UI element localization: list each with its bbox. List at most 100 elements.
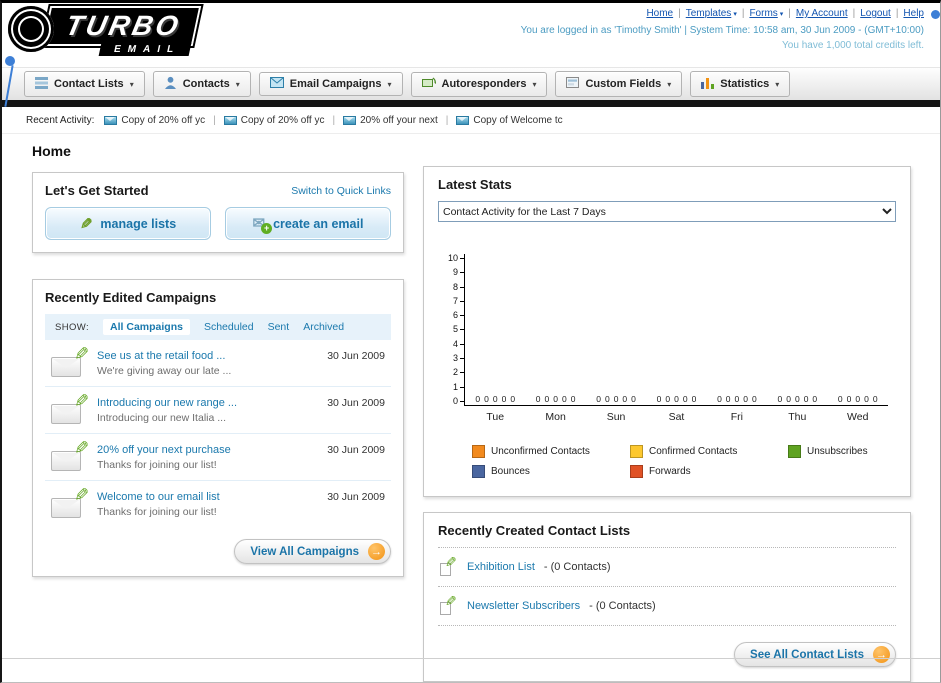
value-label: 0 <box>622 394 628 404</box>
chart-plot-area: 00000000000000000000000000000000000 <box>464 254 888 406</box>
nav-tab-custom-fields[interactable]: Custom Fields ▾ <box>555 71 683 97</box>
top-link-help[interactable]: Help <box>903 8 924 19</box>
switch-quick-links-link[interactable]: Switch to Quick Links <box>291 185 391 197</box>
recent-contact-lists-panel: Recently Created Contact Lists ✎ Exhibiti… <box>423 512 911 682</box>
nav-divider-bar <box>2 100 940 107</box>
login-status-text: You are logged in as 'Timothy Smith' | S… <box>520 25 924 36</box>
nav-tab-contacts[interactable]: Contacts ▾ <box>152 71 251 97</box>
value-label: 0 <box>837 394 843 404</box>
value-label: 0 <box>492 394 498 404</box>
nav-tab-label: Contacts <box>182 78 230 90</box>
value-label-group: 00000 <box>586 394 646 404</box>
nav-tab-contact-lists[interactable]: Contact Lists ▾ <box>24 71 145 97</box>
chevron-down-icon: ▾ <box>387 79 392 89</box>
legend-label: Unconfirmed Contacts <box>491 446 590 457</box>
create-email-button[interactable]: ✉ + create an email <box>225 207 391 240</box>
value-label: 0 <box>535 394 541 404</box>
legend-swatch <box>472 445 485 458</box>
link-separator: | <box>788 8 791 19</box>
recent-activity-item[interactable]: Copy of 20% off yc <box>104 115 205 126</box>
nav-tab-autoresponders[interactable]: Autoresponders ▾ <box>410 71 548 97</box>
credits-text: You have 1,000 total credits left. <box>782 39 924 51</box>
campaign-title-link[interactable]: See us at the retail food ... <box>97 350 319 362</box>
value-label: 0 <box>501 394 507 404</box>
link-separator: | <box>678 8 681 19</box>
y-axis-label: 2 <box>438 368 464 377</box>
campaign-tab-sent[interactable]: Sent <box>268 321 290 333</box>
arrow-right-icon: → <box>873 646 890 663</box>
legend-item-unsubscribes: Unsubscribes <box>788 445 918 458</box>
legend-label: Confirmed Contacts <box>649 446 738 457</box>
nav-tab-email-campaigns[interactable]: Email Campaigns ▾ <box>258 72 403 96</box>
x-axis-label: Sun <box>606 411 626 423</box>
y-axis-label: 10 <box>438 254 464 263</box>
edit-email-icon: ✎ <box>51 438 89 471</box>
contact-list-row: ✎ Newsletter Subscribers - (0 Contacts) <box>438 587 896 626</box>
footer-divider <box>2 658 940 659</box>
contact-list-name-link[interactable]: Newsletter Subscribers <box>467 600 580 612</box>
campaign-tab-all-campaigns[interactable]: All Campaigns <box>103 319 190 335</box>
legend-item-unconfirmed-contacts: Unconfirmed Contacts <box>472 445 622 458</box>
x-axis-label: Fri <box>730 411 744 423</box>
envelope-plus-icon: ✉ + <box>253 216 273 234</box>
top-link-home[interactable]: Home <box>646 8 673 19</box>
contact-list-name-link[interactable]: Exhibition List <box>467 561 535 573</box>
recent-activity-item[interactable]: Copy of 20% off yc <box>223 115 324 126</box>
view-all-campaigns-button[interactable]: View All Campaigns → <box>234 539 391 564</box>
value-label: 0 <box>725 394 731 404</box>
top-link-my-account[interactable]: My Account <box>796 8 848 19</box>
legend-label: Unsubscribes <box>807 446 868 457</box>
application-window: TURBO EMAIL Home | Templates ▾ | Forms ▾ | My Ac… <box>0 0 941 683</box>
get-started-panel: Let's Get Started Switch to Quick Links … <box>32 172 404 253</box>
link-separator: | <box>895 8 899 19</box>
x-axis-label: Thu <box>788 411 807 423</box>
value-label: 0 <box>752 394 757 404</box>
top-link-logout[interactable]: Logout <box>860 8 891 19</box>
campaign-title-link[interactable]: Introducing our new range ... <box>97 397 319 409</box>
campaign-tab-scheduled[interactable]: Scheduled <box>204 321 254 333</box>
logo-line1: TURBO <box>39 4 203 48</box>
chevron-down-icon: ▾ <box>779 11 784 18</box>
value-label: 0 <box>484 394 489 404</box>
envelope-icon <box>223 115 237 125</box>
chevron-down-icon: ▾ <box>733 11 737 18</box>
campaign-subtitle: Introducing our new Italia ... <box>97 412 226 424</box>
campaign-row: ✎ Welcome to our email list Thanks for joi… <box>45 481 391 527</box>
campaign-title-link[interactable]: 20% off your next purchase <box>97 444 319 456</box>
link-separator: | <box>852 8 856 19</box>
legend-swatch <box>472 465 485 478</box>
value-label: 0 <box>596 394 601 404</box>
stats-period-select[interactable]: Contact Activity for the Last 7 Days <box>438 201 896 222</box>
value-label-group: 00000 <box>525 394 585 404</box>
top-nav-links: Home | Templates ▾ | Forms ▾ | My Account | Logout… <box>646 8 924 19</box>
activity-separator: | <box>332 114 336 126</box>
campaign-subtitle: Thanks for joining our list! <box>97 506 217 518</box>
left-column: Let's Get Started Switch to Quick Links … <box>32 172 404 577</box>
value-label: 0 <box>656 394 662 404</box>
y-axis-label: 6 <box>438 311 464 320</box>
value-label-group: 00000 <box>828 394 888 404</box>
activity-item-label: 20% off your next <box>360 114 438 126</box>
manage-lists-button[interactable]: ✎ manage lists <box>45 207 211 240</box>
recent-activity-item[interactable]: Copy of Welcome tc <box>456 115 563 126</box>
value-label: 0 <box>872 394 878 404</box>
chart-y-axis: 10 9 8 7 6 5 4 3 2 1 0 <box>438 254 464 406</box>
chart-x-labels: Tue Mon Sun Sat Fri Thu Wed <box>465 411 896 423</box>
value-label: 0 <box>544 394 550 404</box>
y-axis-label: 9 <box>438 268 464 277</box>
top-link-forms[interactable]: Forms ▾ <box>749 8 783 19</box>
link-separator: | <box>741 8 745 19</box>
recent-activity-item[interactable]: 20% off your next <box>343 115 438 126</box>
blue-dot-decoration-right <box>931 10 940 19</box>
top-link-templates[interactable]: Templates ▾ <box>686 8 737 19</box>
campaign-tab-archived[interactable]: Archived <box>303 321 344 333</box>
see-all-contact-lists-button[interactable]: See All Contact Lists → <box>734 642 896 667</box>
campaigns-title: Recently Edited Campaigns <box>45 290 217 305</box>
campaign-title-link[interactable]: Welcome to our email list <box>97 491 319 503</box>
campaign-list: ✎ See us at the retail food ... We're givi… <box>45 340 391 527</box>
show-label: SHOW: <box>55 321 90 333</box>
campaign-subtitle: Thanks for joining our list! <box>97 459 217 471</box>
envelope-icon <box>456 115 470 125</box>
nav-tab-statistics[interactable]: Statistics ▾ <box>690 71 791 97</box>
value-label-group: 00000 <box>465 394 525 404</box>
